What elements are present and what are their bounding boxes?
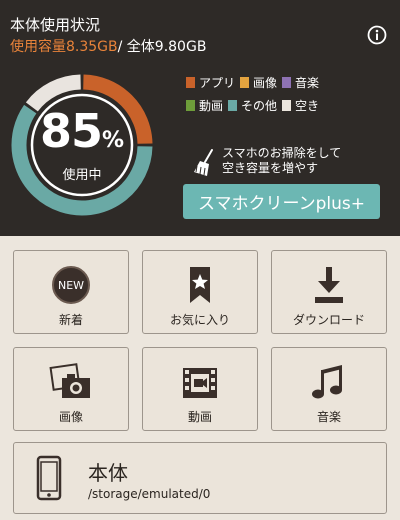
legend-item-other: その他 bbox=[228, 97, 277, 114]
legend-item-videos: 動画 bbox=[186, 97, 223, 114]
page-title: 本体使用状況 bbox=[10, 16, 101, 34]
category-label: ダウンロード bbox=[292, 313, 365, 327]
total-capacity: 全体9.80GB bbox=[126, 39, 207, 55]
cleaner-plus-button[interactable]: スマホクリーンplus+ bbox=[183, 184, 380, 219]
used-capacity: 使用容量8.35GB bbox=[10, 39, 118, 55]
new-badge-icon: NEW bbox=[52, 266, 90, 304]
usage-legend: アプリ 画像 音楽 動画 その他 空き bbox=[186, 74, 356, 120]
category-tile-new[interactable]: NEW 新着 bbox=[13, 250, 129, 334]
category-tile-favorites[interactable]: お気に入り bbox=[142, 250, 258, 334]
usage-percent: 85% bbox=[34, 104, 130, 158]
usage-label: 使用中 bbox=[62, 168, 102, 183]
storage-path: /storage/emulated/0 bbox=[88, 487, 211, 501]
legend-item-free: 空き bbox=[282, 97, 319, 114]
legend-swatch bbox=[282, 77, 292, 88]
usage-percent-unit: % bbox=[101, 128, 125, 153]
new-badge-text: NEW bbox=[58, 279, 84, 292]
legend-swatch bbox=[186, 77, 195, 88]
category-label: お気に入り bbox=[169, 313, 230, 327]
storage-name: 本体 bbox=[88, 461, 128, 485]
photo-camera-icon bbox=[49, 363, 90, 398]
phone-icon bbox=[36, 455, 62, 501]
legend-item-apps: アプリ bbox=[186, 74, 235, 91]
download-icon bbox=[315, 267, 343, 303]
category-tile-images[interactable]: 画像 bbox=[13, 347, 129, 431]
category-label: 画像 bbox=[58, 410, 83, 424]
legend-item-images: 画像 bbox=[240, 74, 277, 91]
broom-icon bbox=[194, 149, 213, 176]
category-label: 新着 bbox=[58, 313, 83, 327]
category-label: 音楽 bbox=[316, 410, 341, 424]
legend-swatch bbox=[228, 100, 238, 111]
info-button[interactable] bbox=[367, 25, 387, 45]
music-note-icon bbox=[312, 365, 342, 399]
legend-swatch bbox=[240, 77, 250, 88]
bookmark-star-icon bbox=[190, 267, 210, 303]
category-tile-videos[interactable]: 動画 bbox=[142, 347, 258, 431]
usage-summary: 使用容量8.35GB/ 全体9.80GB bbox=[10, 36, 206, 56]
cleaner-message: スマホのお掃除をして 空き容量を増やす bbox=[222, 146, 342, 175]
category-tile-download[interactable]: ダウンロード bbox=[271, 250, 387, 334]
category-label: 動画 bbox=[187, 410, 212, 424]
storage-summary-panel: 本体使用状況 使用容量8.35GB/ 全体9.80GB 85% 使用中 アプリ … bbox=[0, 0, 400, 236]
info-icon bbox=[367, 25, 387, 45]
legend-swatch bbox=[186, 100, 195, 111]
category-tile-music[interactable]: 音楽 bbox=[271, 347, 387, 431]
storage-device-item[interactable]: 本体 /storage/emulated/0 bbox=[13, 442, 387, 514]
usage-percent-value: 85 bbox=[39, 104, 103, 158]
legend-item-music: 音楽 bbox=[282, 74, 319, 91]
legend-swatch bbox=[282, 100, 292, 111]
film-icon bbox=[183, 368, 217, 398]
